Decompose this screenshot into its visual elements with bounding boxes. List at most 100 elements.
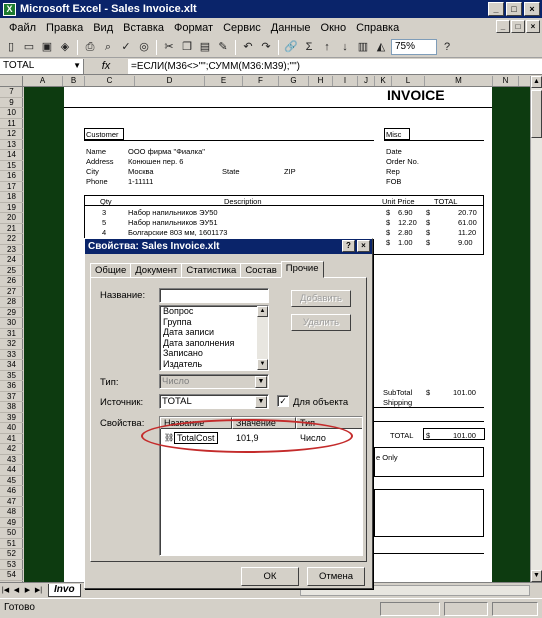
column-header[interactable]: D: [135, 76, 205, 86]
column-header[interactable]: K: [375, 76, 392, 86]
row-header[interactable]: 34: [0, 360, 23, 371]
source-select[interactable]: TOTAL ▼: [159, 394, 269, 409]
row-header[interactable]: 32: [0, 339, 23, 350]
column-header[interactable]: J: [358, 76, 375, 86]
row-header[interactable]: 20: [0, 213, 23, 224]
column-header[interactable]: H: [309, 76, 333, 86]
cancel-button[interactable]: Отмена: [307, 567, 365, 586]
row-header[interactable]: 52: [0, 549, 23, 560]
paste-icon[interactable]: ▤: [197, 39, 213, 55]
zoom-combo[interactable]: 75%: [391, 39, 437, 55]
maximize-button[interactable]: □: [506, 2, 522, 16]
row-header[interactable]: 25: [0, 266, 23, 276]
scroll-up-icon[interactable]: ▲: [531, 76, 542, 88]
save-icon[interactable]: ▣: [39, 39, 55, 55]
drawing-icon[interactable]: ◭: [373, 39, 389, 55]
grid-header-name[interactable]: Название: [160, 417, 232, 429]
research-icon[interactable]: ◎: [136, 39, 152, 55]
chevron-down-icon[interactable]: ▼: [255, 396, 267, 408]
row-header[interactable]: 37: [0, 392, 23, 402]
row-header[interactable]: 54: [0, 570, 23, 581]
row-header[interactable]: 29: [0, 308, 23, 318]
row-header[interactable]: 38: [0, 402, 23, 413]
row-header[interactable]: 17: [0, 182, 23, 192]
menu-format[interactable]: Формат: [169, 22, 218, 34]
hyperlink-icon[interactable]: 🔗: [283, 39, 299, 55]
chevron-down-icon[interactable]: ▼: [73, 59, 81, 73]
sort-ascending-icon[interactable]: ↑: [319, 39, 335, 55]
tab-summary[interactable]: Документ: [130, 263, 183, 278]
row-header[interactable]: 31: [0, 329, 23, 339]
row-header[interactable]: 36: [0, 381, 23, 392]
cut-icon[interactable]: ✂: [161, 39, 177, 55]
row-header[interactable]: 14: [0, 150, 23, 161]
row-header[interactable]: 35: [0, 371, 23, 381]
type-select[interactable]: Число ▼: [159, 374, 269, 389]
grid-header-type[interactable]: Тип: [296, 417, 362, 429]
chevron-down-icon[interactable]: ▼: [255, 376, 267, 388]
scroll-down-icon[interactable]: ▼: [257, 359, 268, 370]
row-header[interactable]: 30: [0, 318, 23, 329]
new-icon[interactable]: ▯: [3, 39, 19, 55]
name-box[interactable]: TOTAL ▼: [0, 59, 84, 74]
row-header[interactable]: 40: [0, 423, 23, 434]
first-sheet-icon[interactable]: |◀: [0, 586, 11, 594]
last-sheet-icon[interactable]: ▶|: [33, 586, 44, 594]
row-header[interactable]: 47: [0, 497, 23, 507]
row-header[interactable]: 53: [0, 560, 23, 570]
print-preview-icon[interactable]: ⌕: [100, 39, 116, 55]
autosum-icon[interactable]: Σ: [301, 39, 317, 55]
undo-icon[interactable]: ↶: [240, 39, 256, 55]
menu-window[interactable]: Окно: [316, 22, 352, 34]
row-header[interactable]: 21: [0, 224, 23, 234]
excel-app-icon[interactable]: X: [3, 2, 16, 16]
column-header[interactable]: N: [493, 76, 519, 86]
menu-insert[interactable]: Вставка: [118, 22, 169, 34]
row-header[interactable]: 48: [0, 507, 23, 518]
list-item[interactable]: Записано: [160, 348, 268, 359]
format-painter-icon[interactable]: ✎: [215, 39, 231, 55]
close-button[interactable]: ×: [524, 2, 540, 16]
row-header[interactable]: 39: [0, 413, 23, 423]
column-header[interactable]: M: [425, 76, 493, 86]
row-header[interactable]: 18: [0, 192, 23, 203]
row-header[interactable]: 12: [0, 129, 23, 140]
sort-descending-icon[interactable]: ↓: [337, 39, 353, 55]
scroll-up-icon[interactable]: ▲: [257, 306, 268, 317]
scroll-down-icon[interactable]: ▼: [531, 570, 542, 582]
row-header[interactable]: 44: [0, 465, 23, 476]
permission-icon[interactable]: ◈: [57, 39, 73, 55]
tab-general[interactable]: Общие: [90, 263, 132, 278]
column-header[interactable]: B: [63, 76, 85, 86]
row-header[interactable]: 45: [0, 476, 23, 486]
list-item[interactable]: Группа: [160, 317, 268, 328]
list-item[interactable]: Дата записи: [160, 327, 268, 338]
sheet-tab-invoice[interactable]: Invo: [48, 583, 81, 597]
row-header[interactable]: 49: [0, 518, 23, 528]
tab-custom[interactable]: Прочие: [280, 261, 324, 278]
row-header[interactable]: 10: [0, 108, 23, 119]
list-item[interactable]: Издатель: [160, 359, 268, 370]
doc-close-button[interactable]: ×: [526, 20, 540, 33]
vertical-scrollbar[interactable]: ▲ ▼: [530, 76, 542, 582]
list-scrollbar[interactable]: ▲ ▼: [257, 306, 268, 370]
row-header[interactable]: 28: [0, 297, 23, 308]
ok-button[interactable]: ОК: [241, 567, 299, 586]
grid-header-value[interactable]: Значение: [232, 417, 296, 429]
row-header[interactable]: 9: [0, 98, 23, 108]
column-header[interactable]: I: [333, 76, 358, 86]
help-icon[interactable]: ?: [342, 240, 355, 252]
row-header[interactable]: 27: [0, 287, 23, 297]
chart-wizard-icon[interactable]: ▥: [355, 39, 371, 55]
column-header[interactable]: E: [205, 76, 243, 86]
doc-minimize-button[interactable]: _: [496, 20, 510, 33]
insert-function-icon[interactable]: fx: [84, 59, 128, 74]
add-button[interactable]: Добавить: [291, 290, 351, 307]
menu-help[interactable]: Справка: [351, 22, 404, 34]
minimize-button[interactable]: _: [488, 2, 504, 16]
tab-statistics[interactable]: Статистика: [181, 263, 242, 278]
close-icon[interactable]: ×: [357, 240, 370, 252]
menu-data[interactable]: Данные: [266, 22, 316, 34]
select-all-corner[interactable]: [0, 76, 23, 86]
row-header[interactable]: 26: [0, 276, 23, 287]
